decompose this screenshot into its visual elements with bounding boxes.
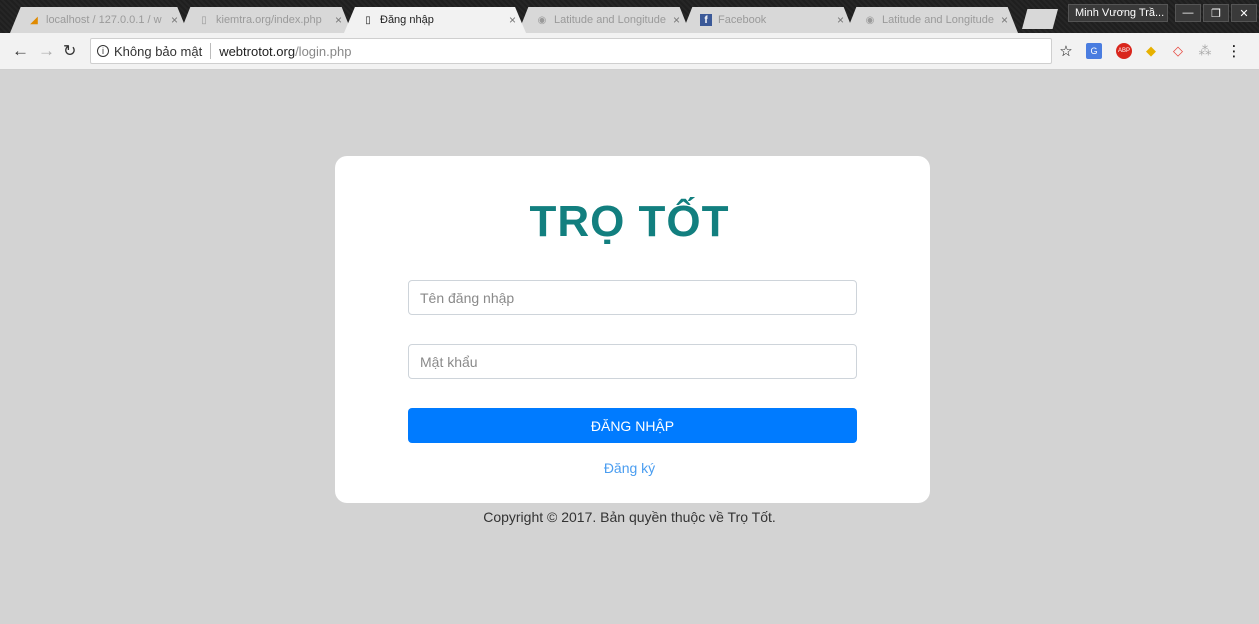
window-close-icon[interactable]: ✕	[1231, 4, 1257, 22]
compass-icon: ◉	[537, 14, 547, 26]
adblock-icon[interactable]: ABP	[1116, 43, 1132, 59]
close-icon[interactable]: ×	[335, 13, 342, 27]
extension-tree-icon[interactable]: ⁂	[1197, 43, 1213, 59]
close-icon[interactable]: ×	[1001, 13, 1008, 27]
tab-latitude-1[interactable]: ◉ Latitude and Longitude ×	[518, 7, 690, 33]
url-path[interactable]: /login.php	[295, 44, 351, 59]
username-input[interactable]	[408, 280, 857, 315]
page-title: TRỌ TỐT	[529, 197, 730, 246]
tab-facebook[interactable]: f Facebook ×	[682, 7, 854, 33]
page-icon: ▯	[201, 14, 207, 26]
browser-tab-strip: ◢ localhost / 127.0.0.1 / w × ▯ kiemtra.…	[0, 0, 1259, 33]
new-tab-button[interactable]	[1022, 9, 1058, 29]
page-icon: ▯	[365, 14, 371, 26]
tab-latitude-2[interactable]: ◉ Latitude and Longitude ×	[846, 7, 1018, 33]
extension-arrow-icon[interactable]: ◇	[1170, 43, 1186, 59]
close-icon[interactable]: ×	[509, 13, 516, 27]
tab-kiemtra[interactable]: ▯ kiemtra.org/index.php ×	[180, 7, 352, 33]
address-bar[interactable]: i Không bảo mật webtrotot.org/login.php	[90, 38, 1052, 64]
info-icon[interactable]: i	[97, 45, 109, 57]
profile-button[interactable]: Minh Vương Trầ...	[1068, 4, 1168, 22]
minimize-icon[interactable]: —	[1175, 4, 1201, 22]
register-link[interactable]: Đăng ký	[0, 460, 1259, 476]
bookmark-star-icon[interactable]: ☆	[1058, 43, 1074, 60]
menu-icon[interactable]: ⋮	[1226, 43, 1242, 60]
security-label[interactable]: Không bảo mật	[114, 44, 202, 59]
translate-icon[interactable]: G	[1086, 43, 1102, 59]
close-icon[interactable]: ×	[837, 13, 844, 27]
reload-icon[interactable]: ↻	[63, 41, 76, 61]
omnibox-separator	[210, 43, 212, 59]
back-icon[interactable]: ←	[12, 41, 29, 61]
copyright-text: Copyright © 2017. Bản quyền thuộc về Trọ…	[483, 509, 776, 525]
close-icon[interactable]: ×	[171, 13, 178, 27]
password-input[interactable]	[408, 344, 857, 379]
url-host[interactable]: webtrotot.org	[219, 44, 295, 59]
forward-icon[interactable]: →	[38, 41, 55, 61]
tab-dang-nhap[interactable]: ▯ Đăng nhập ×	[344, 7, 526, 33]
restore-icon[interactable]: ❐	[1203, 4, 1229, 22]
extension-shield-icon[interactable]: ◆	[1143, 43, 1159, 59]
close-icon[interactable]: ×	[673, 13, 680, 27]
phpmyadmin-icon: ◢	[30, 14, 38, 26]
browser-toolbar: ← → ↻ i Không bảo mật webtrotot.org/logi…	[0, 33, 1259, 70]
compass-icon: ◉	[865, 14, 875, 26]
facebook-icon: f	[700, 14, 712, 26]
tab-localhost[interactable]: ◢ localhost / 127.0.0.1 / w ×	[10, 7, 188, 33]
login-button[interactable]: ĐĂNG NHẬP	[408, 408, 857, 443]
